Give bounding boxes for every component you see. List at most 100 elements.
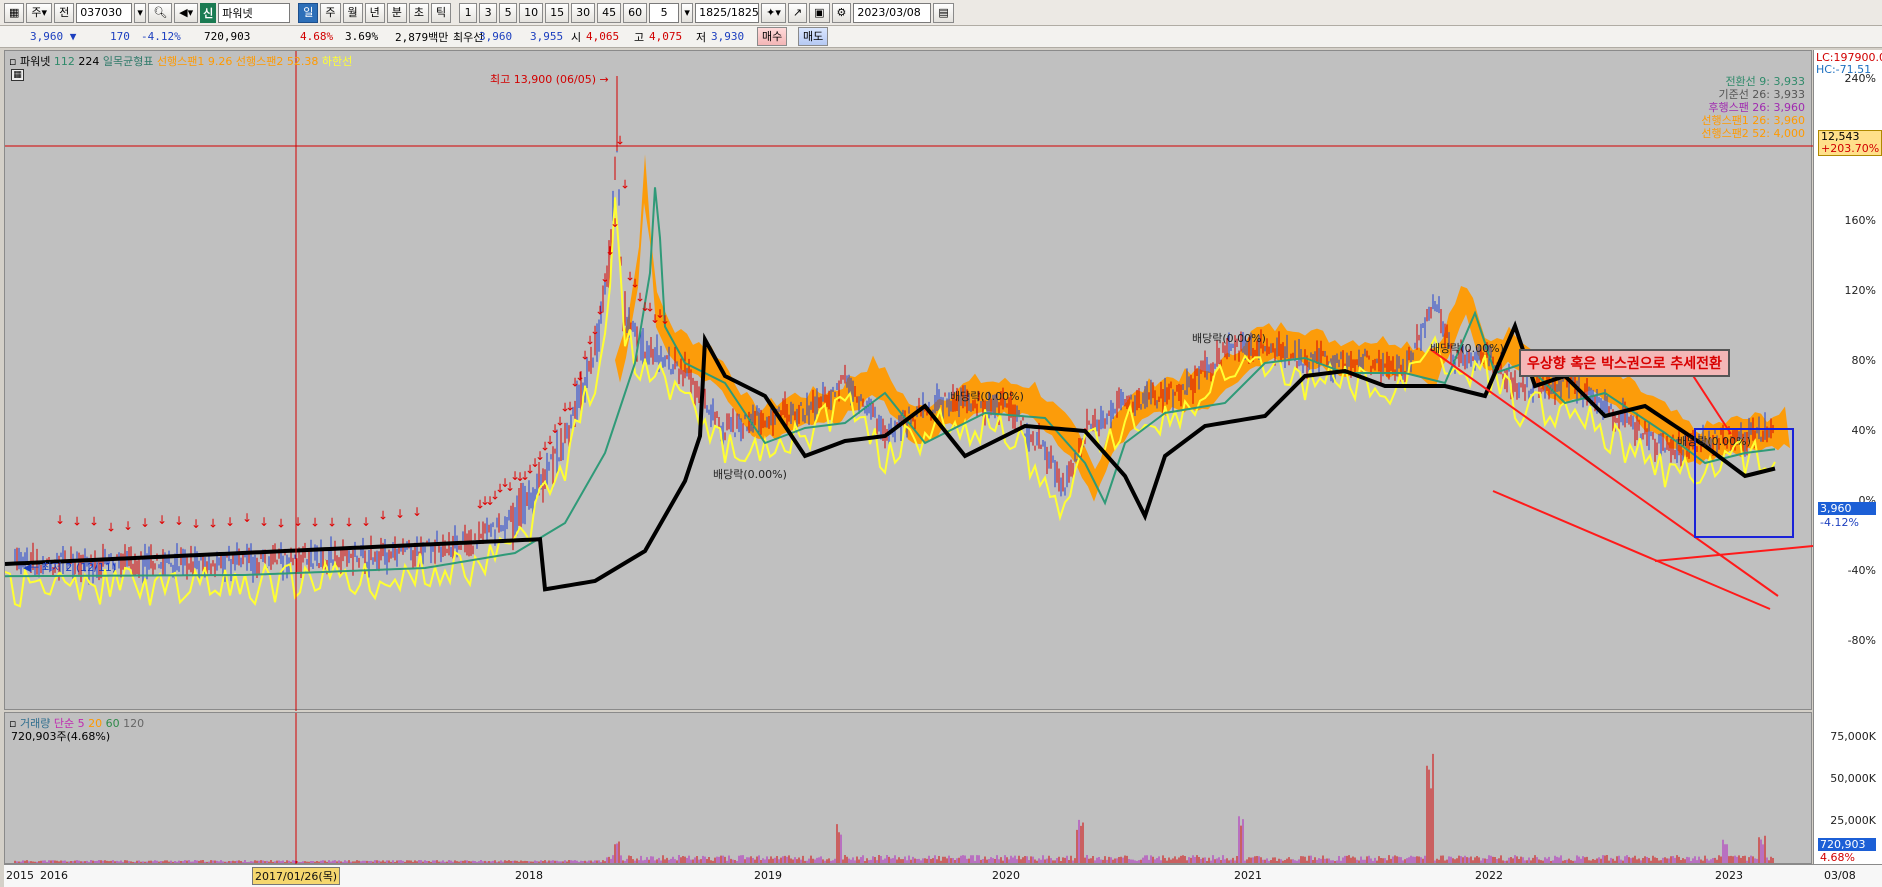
date-input[interactable]: 2023/03/08: [853, 2, 932, 23]
interval-15[interactable]: 15: [545, 2, 570, 23]
interval-45[interactable]: 45: [597, 2, 622, 23]
div-marker-2021: 배당락(0.00%): [1192, 332, 1266, 345]
x-tick-2018: 2018: [515, 869, 543, 882]
period-month[interactable]: 월: [342, 2, 363, 23]
count-total: /1825: [727, 6, 759, 19]
volume-panel[interactable]: ▫ 거래량 단순 5 20 60 120 720,903주(4.68%): [4, 712, 1812, 865]
period-minute[interactable]: 분: [386, 2, 407, 23]
div-marker-2019: 배당락(0.00%): [713, 468, 787, 481]
sell-button[interactable]: 매도: [798, 27, 829, 46]
interval-3[interactable]: 3: [479, 2, 498, 23]
event-arrow-icon: ↓: [590, 324, 600, 338]
current-volume-tag: 720,903: [1818, 838, 1876, 851]
stock-code-value: 037030: [80, 6, 123, 19]
tenkan-value: 전환선 9: 3,933: [1725, 75, 1805, 88]
event-arrow-icon: ↓: [89, 514, 99, 528]
current-pct-tag: -4.12%: [1820, 516, 1859, 529]
price-legend: ▫ 파워넷 112 224 일목균형표 선행스팬1 9.26 선행스팬2 52.…: [9, 53, 352, 69]
div-marker-2020: 배당락(0.00%): [950, 390, 1024, 403]
interval-10[interactable]: 10: [519, 2, 544, 23]
event-arrow-icon: ↓: [378, 509, 388, 523]
period-second[interactable]: 초: [408, 2, 430, 23]
volume-chart-svg: [14, 713, 1774, 865]
period-tick[interactable]: 틱: [431, 2, 452, 23]
vol-tick-25000k: 25,000K: [1830, 814, 1876, 827]
period-year[interactable]: 년: [364, 2, 385, 23]
period-mode-label: 주: [31, 5, 42, 19]
indicator-icon[interactable]: ✦▾: [761, 2, 786, 23]
event-arrow-icon: ↓: [361, 515, 371, 529]
search-icon[interactable]: 🔍︎: [148, 2, 173, 23]
tool-icon[interactable]: ↗: [787, 2, 808, 23]
event-arrow-icon: ↓: [327, 516, 337, 530]
event-arrow-icon: ↓: [395, 507, 405, 521]
y-tick-40: 40%: [1851, 424, 1876, 437]
ask-price: 3,960: [479, 30, 513, 43]
trend-line-lower: [1492, 490, 1771, 610]
time-axis[interactable]: 2015 2016 2017/01/26(목) 2018 2019 2020 2…: [4, 864, 1882, 887]
legend-ma-224: 224: [78, 55, 100, 68]
price-change: 170: [110, 30, 130, 43]
speaker-icon[interactable]: ◀▾: [174, 2, 199, 23]
trading-app: ▦ 주 ▾ 전 037030 ▾ 🔍︎ ◀▾ 신 파워넷 일 주 월 년 분 초 …: [0, 0, 1882, 887]
legend-ma-112: 112: [53, 55, 75, 68]
low-price: 3,930: [711, 30, 745, 43]
code-dropdown-icon[interactable]: ▾: [134, 2, 147, 23]
calendar-icon[interactable]: ▤: [933, 2, 954, 23]
vol-tick-75000k: 75,000K: [1830, 730, 1876, 743]
y-tick-120: 120%: [1844, 284, 1876, 297]
span-a-value: 선행스팬1 26: 3,960: [1701, 114, 1805, 127]
chart-type-icon[interactable]: ▦: [4, 2, 25, 23]
jeon-button[interactable]: 전: [54, 2, 75, 23]
event-arrow-icon: ↓: [293, 515, 303, 529]
high-marker-text: 최고 13,900 (06/05): [490, 73, 597, 86]
low-label: 저: [696, 30, 707, 44]
price-chart-panel[interactable]: ↓ ↓ ↓ ↓ ↓ ↓ ↓ ↓ ↓ ↓ ↓ ↓ ↓ ↓ ↓ ↓ ↓ ↓ ↓ ↓ ↓ ↓ ↓ ↓ ↓ ↓ ↓ ↓ ↓ ↓ ↓ ↓ ↓ ↓ ↓ ↓ ↓ ↓ ↓ ↓…: [4, 50, 1813, 711]
interval-1[interactable]: 1: [459, 2, 478, 23]
trend-annotation: 우상향 혹은 박스권으로 추세전환: [1519, 349, 1730, 377]
toolbar: ▦ 주 ▾ 전 037030 ▾ 🔍︎ ◀▾ 신 파워넷 일 주 월 년 분 초 …: [0, 0, 1882, 26]
event-arrow-icon: ↓: [191, 517, 201, 531]
buy-button[interactable]: 매수: [757, 27, 788, 46]
x-tick-crosshair-date: 2017/01/26(목): [252, 867, 341, 885]
crosshair-price-tag: 12,543 +203.70%: [1818, 130, 1882, 156]
event-arrow-icon: ↓: [575, 370, 585, 384]
period-day[interactable]: 일: [298, 2, 319, 23]
volume-current: 720,903주(4.68%): [11, 730, 111, 743]
volume-pct: 4.68%: [300, 30, 334, 43]
save-icon[interactable]: ▣: [809, 2, 830, 23]
y-tick-m80: -80%: [1847, 634, 1876, 647]
event-arrow-icon: ↓: [310, 516, 320, 530]
event-arrow-icon: ↓: [123, 519, 133, 533]
high-price: 4,075: [649, 30, 683, 43]
turnover-pct: 3.69%: [345, 30, 379, 43]
stock-code-input[interactable]: 037030: [76, 2, 133, 23]
interval-dropdown-icon[interactable]: ▾: [681, 2, 694, 23]
interval-input[interactable]: 5: [649, 2, 680, 23]
period-mode-select[interactable]: 주 ▾: [26, 2, 53, 23]
crosshair-pct: +203.70%: [1821, 142, 1880, 155]
event-arrow-icon: ↓: [157, 513, 167, 527]
right-axis[interactable]: LC:197900.0 HC:-71.51 240% 160% 120% 80%…: [1813, 50, 1882, 864]
current-price-tag: 3,960: [1818, 502, 1876, 515]
interval-30[interactable]: 30: [571, 2, 596, 23]
count-field[interactable]: 1825/1825: [695, 2, 760, 23]
interval-60[interactable]: 60: [623, 2, 648, 23]
interval-value: 5: [660, 6, 668, 19]
event-arrow-icon: ↓: [174, 514, 184, 528]
y-tick-m40: -40%: [1847, 564, 1876, 577]
x-tick-2016: 2016: [40, 869, 68, 882]
low-marker: ◀─ 최저 2 (12/11): [23, 561, 117, 574]
interval-5[interactable]: 5: [499, 2, 518, 23]
vol-tick-50000k: 50,000K: [1830, 772, 1876, 785]
y-tick-160: 160%: [1844, 214, 1876, 227]
period-week[interactable]: 주: [320, 2, 341, 23]
event-arrow-icon: ↓: [610, 216, 620, 230]
settings-icon[interactable]: ⚙: [831, 2, 852, 23]
grid-toggle-icon[interactable]: ▦: [11, 69, 24, 81]
stock-name-field[interactable]: 파워넷: [218, 2, 291, 23]
event-arrow-icon: ↓: [595, 304, 605, 318]
event-arrow-icon: ↓: [225, 515, 235, 529]
new-tag: 신: [200, 2, 217, 23]
open-price: 4,065: [586, 30, 620, 43]
